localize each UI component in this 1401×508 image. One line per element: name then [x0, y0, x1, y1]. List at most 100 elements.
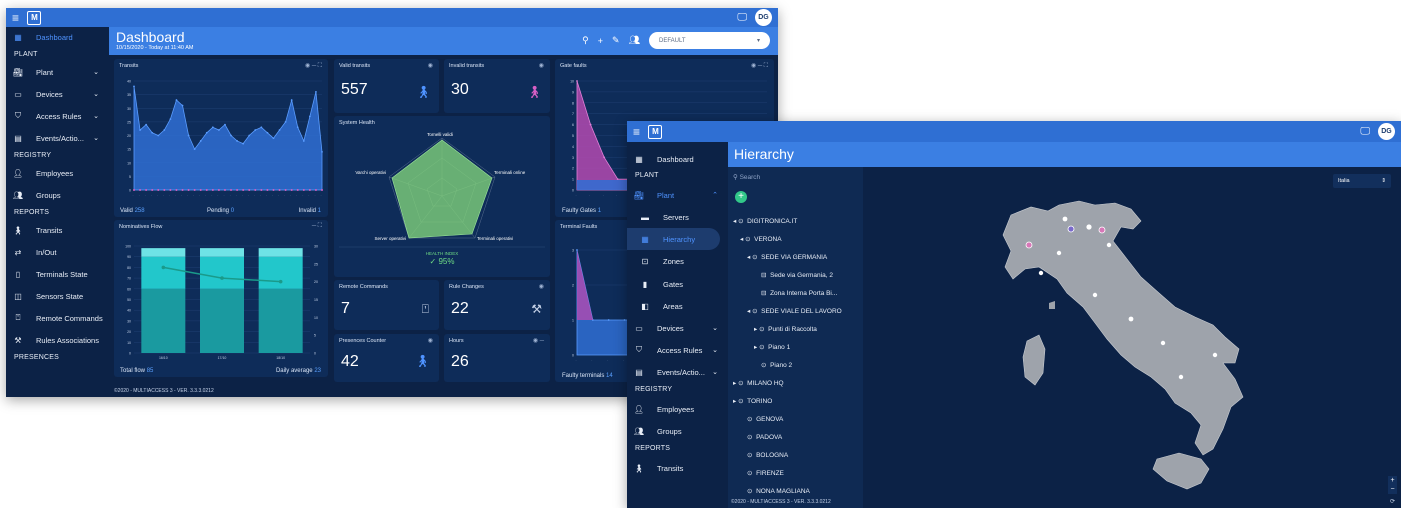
refresh-icon[interactable]: ⟳	[1390, 498, 1395, 505]
x-tick-label: ·	[155, 194, 159, 198]
radar-axis-label: Terminali online	[494, 170, 526, 175]
x-tick-label: ·	[204, 194, 208, 198]
x-tick-label: ·	[622, 359, 626, 363]
sidebar-item-inout[interactable]: ⇄ In/Out	[6, 241, 109, 263]
sidebar-item-events[interactable]: ▤ Events/Actio... ⌄	[627, 361, 728, 383]
tree-node[interactable]: ⊙ GENOVA	[747, 415, 783, 423]
italy-map[interactable]	[863, 167, 1401, 508]
monitor-icon[interactable]: 🖵	[737, 12, 747, 23]
invalid-point	[175, 189, 178, 191]
sidebar-item-employees[interactable]: 👤︎ Employees	[6, 162, 109, 184]
sidebar-item-dashboard[interactable]: ▦ Dashboard	[627, 142, 728, 172]
tree-node[interactable]: ◂ ⊙ SEDE VIALE DEL LAVORO	[747, 307, 842, 315]
tree-node[interactable]: ⊙ PADOVA	[747, 433, 782, 441]
eye-icon[interactable]: ◉	[428, 62, 433, 69]
data-point	[616, 178, 619, 180]
tree-node[interactable]: ⊙ Piano 2	[761, 361, 792, 369]
dashboard-icon: ▦	[635, 154, 643, 164]
sidebar-item-sensors-state[interactable]: ◫ Sensors State	[6, 285, 109, 307]
y-tick-label: 3	[572, 249, 574, 253]
eye-icon[interactable]: ◉	[539, 62, 544, 69]
y-tick-label: 9	[572, 90, 574, 94]
devices-icon: ▭	[14, 89, 22, 99]
tree-node[interactable]: ⊙ BOLOGNA	[747, 451, 788, 459]
stacked-bar	[258, 288, 303, 353]
stacked-bar	[141, 248, 186, 257]
sidebar-item-rules-associations[interactable]: ⚒ Rules Associations	[6, 329, 109, 351]
x-tick-label: ·	[246, 194, 250, 198]
data-point	[151, 131, 154, 134]
x-tick-label: ·	[192, 194, 196, 198]
hierarchy-icon: ▦	[641, 234, 649, 244]
sidebar-item-areas[interactable]: ◧ Areas	[627, 295, 728, 317]
section-registry: REGISTRY	[635, 386, 673, 393]
sidebar-item-plant[interactable]: 🏭︎ Plant ⌄	[6, 61, 109, 83]
sidebar-item-groups[interactable]: 👥︎ Groups	[627, 420, 728, 442]
x-tick-label: 18/10	[276, 356, 285, 360]
x-tick-label: ·	[259, 194, 263, 198]
nominatives-chart: 0 10 20 30 40 50 60 70 80 90 100 0 5 10 15 20 25 30 16/10 1…	[125, 245, 318, 361]
sidebar-item-hierarchy[interactable]: ▦ Hierarchy	[627, 228, 720, 250]
sidebar-item-employees[interactable]: 👤︎ Employees	[627, 398, 728, 420]
sidebar-item-access-rules[interactable]: ⛉ Access Rules ⌄	[6, 105, 109, 127]
y-tick-label: 0	[129, 189, 131, 193]
y2-tick-label: 0	[314, 352, 316, 356]
sidebar-item-gates[interactable]: ▮ Gates	[627, 273, 728, 295]
tree-node[interactable]: ▸ ⊙ TORINO	[733, 397, 772, 405]
tree-node[interactable]: ◂ ⊙ SEDE VIA GERMANIA	[747, 253, 827, 261]
area-series	[133, 86, 323, 191]
sidebar-item-transits[interactable]: 🚶︎ Transits	[6, 219, 109, 241]
eye-icon[interactable]: ◉	[539, 283, 544, 290]
search-icon[interactable]: ⚲	[582, 35, 589, 46]
avatar[interactable]: DG	[755, 9, 772, 26]
sidebar-item-access-rules[interactable]: ⛉ Access Rules ⌄	[627, 339, 728, 361]
y-tick-label: 1	[572, 178, 574, 182]
x-tick-label: ·	[180, 194, 184, 198]
x-tick-label: ·	[234, 194, 238, 198]
monitor-icon[interactable]: 🖵	[1360, 126, 1370, 137]
total-flow: Total flow 85	[120, 368, 154, 374]
y-tick-label: 10	[127, 341, 131, 345]
tree-node[interactable]: ⊟ Zona Interna Porta Bi...	[761, 289, 837, 297]
eye-icon[interactable]: ◉	[428, 337, 433, 344]
sidebar-item-servers[interactable]: ▬ Servers	[627, 206, 728, 228]
sidebar-item-groups[interactable]: 👥︎ Groups	[6, 184, 109, 206]
sidebar-item-dashboard[interactable]: ▦ Dashboard	[6, 27, 109, 48]
sidebar-item-transits[interactable]: 🚶︎ Transits	[627, 457, 728, 479]
tree-node[interactable]: ▸ ⊙ MILANO HQ	[733, 379, 784, 387]
tree-node[interactable]: ◂ ⊙ DIGITRONICA.IT	[733, 217, 797, 225]
tree-node[interactable]: ⊙ FIRENZE	[747, 469, 784, 477]
menu-icon[interactable]: ≡	[12, 11, 19, 25]
sidebar-item-remote-commands[interactable]: ⍞ Remote Commands	[6, 307, 109, 329]
invalid-point	[181, 189, 184, 191]
sidebar-item-devices[interactable]: ▭ Devices ⌄	[6, 83, 109, 105]
data-point	[224, 123, 226, 126]
add-node-button[interactable]: +	[735, 191, 747, 203]
add-icon[interactable]: +	[598, 36, 603, 46]
chevron-up-icon: ⌃	[712, 192, 718, 199]
tree-node[interactable]: ◂ ⊙ VERONA	[740, 235, 782, 243]
tree-node[interactable]: ⊙ NONA MAGLIANA	[747, 487, 810, 495]
sidebar-item-zones[interactable]: ⊡ Zones	[627, 250, 728, 273]
sidebar-item-events[interactable]: ▤ Events/Actio... ⌄	[6, 127, 109, 149]
search-field[interactable]: ⚲ Search	[733, 173, 760, 181]
sidebar-item-terminals-state[interactable]: ▯ Terminals State	[6, 263, 109, 285]
tree-node[interactable]: ▸ ⊙ Punti di Raccolta	[754, 325, 817, 333]
tree-node[interactable]: ⊟ Sede via Germania, 2	[761, 271, 833, 279]
sidebar-item-devices[interactable]: ▭ Devices ⌄	[627, 317, 728, 339]
average-point	[220, 276, 224, 280]
app-logo: M	[648, 124, 663, 139]
y-tick-label: 10	[127, 161, 131, 165]
sidebar-item-plant[interactable]: 🏭︎ Plant ⌃	[627, 184, 728, 206]
edit-icon[interactable]: ✎	[612, 35, 620, 46]
card-actions-icon[interactable]: ◉ ─	[533, 337, 544, 344]
group-icon[interactable]: 👥︎	[629, 35, 640, 46]
y-tick-label: 80	[127, 266, 131, 270]
avatar[interactable]: DG	[1378, 123, 1395, 140]
tree-node[interactable]: ▸ ⊙ Piano 1	[754, 343, 790, 351]
invalid-count: Invalid 1	[298, 208, 321, 214]
zoom-control[interactable]: + −	[1388, 476, 1397, 494]
menu-icon[interactable]: ≡	[633, 125, 640, 139]
preset-select[interactable]: DEFAULT ▾	[649, 32, 770, 49]
section-presences: PRESENCES	[14, 354, 59, 361]
